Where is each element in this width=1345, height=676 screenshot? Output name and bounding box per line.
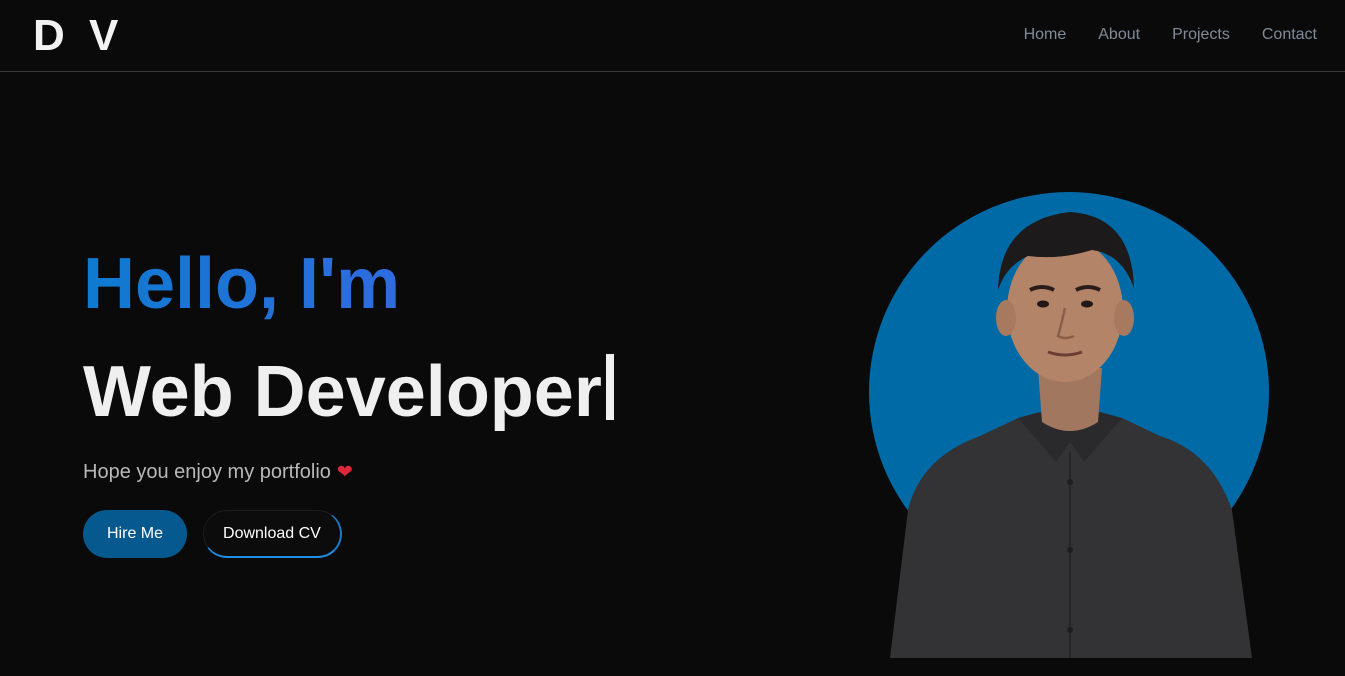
nav-about[interactable]: About	[1098, 24, 1140, 46]
nav-contact[interactable]: Contact	[1262, 24, 1317, 46]
heart-icon: ❤	[336, 462, 353, 483]
typing-cursor	[605, 354, 614, 420]
hero-role-line: Web Developer	[83, 350, 614, 434]
hire-me-button[interactable]: Hire Me	[83, 510, 188, 558]
nav-home[interactable]: Home	[1024, 24, 1067, 46]
portfolio-page: D V Home About Projects Contact Hello, I…	[0, 0, 1345, 676]
site-logo[interactable]: D V	[33, 12, 124, 60]
main-nav: Home About Projects Contact	[1024, 24, 1317, 46]
hero-tagline: Hope you enjoy my portfolio ❤	[83, 460, 353, 485]
profile-photo	[869, 192, 1269, 658]
site-header: D V Home About Projects Contact	[0, 0, 1345, 72]
hero-greeting: Hello, I'm	[83, 244, 401, 324]
nav-projects[interactable]: Projects	[1172, 24, 1230, 46]
download-cv-button[interactable]: Download CV	[203, 510, 342, 558]
hero-tagline-text: Hope you enjoy my portfolio	[83, 461, 331, 483]
hero-role: Web Developer	[83, 352, 602, 432]
hero-buttons: Hire Me Download CV	[83, 510, 342, 558]
